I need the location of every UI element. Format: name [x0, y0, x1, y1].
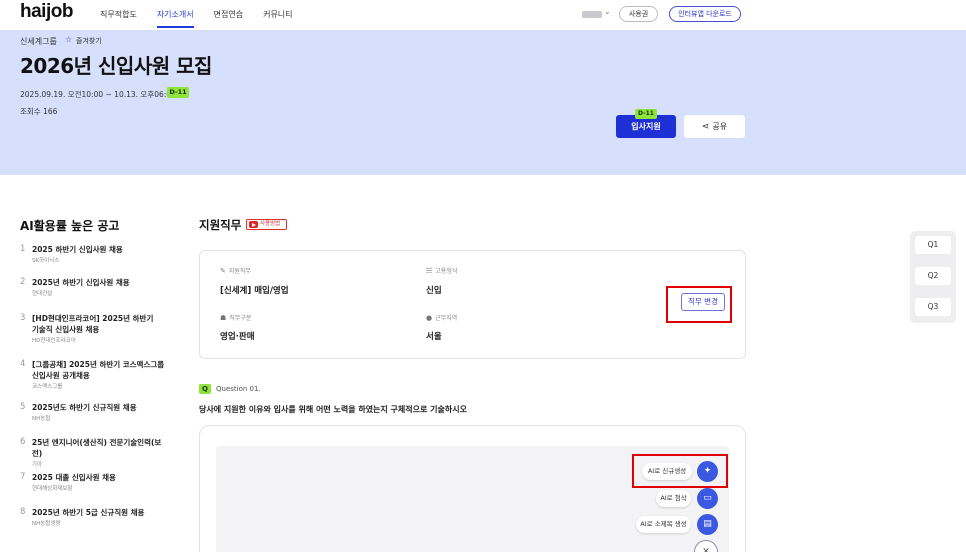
star-icon[interactable]: ☆ [65, 35, 72, 44]
rank-number: 1 [20, 244, 26, 254]
question-nav-q1[interactable]: Q1 [915, 236, 951, 254]
nav-job-fit[interactable]: 직무적합도 [100, 9, 137, 29]
share-icon: ⋖ [701, 122, 710, 132]
share-button[interactable]: ⋖ 공유 [684, 115, 745, 138]
application-period: 2025.09.19. 오전10:00 ~ 10.13. 오후06:00 [20, 90, 176, 99]
question-number: Question 01. [216, 385, 261, 393]
job-title: 2025년 하반기 5급 신규직원 채용 [32, 508, 145, 517]
rank-number: 7 [20, 472, 26, 482]
list-item[interactable]: 2 2025년 하반기 신입사원 채용현대건설 [20, 277, 170, 313]
list-icon: ☷ [426, 267, 433, 275]
job-company: 현대건설 [32, 291, 53, 297]
question-navigator: Q1 Q2 Q3 [910, 231, 956, 323]
page: haijob 직무적합도 자기소개서 면접연습 커뮤니티 ⌄ 사용권 인터뷰앱 … [0, 0, 966, 552]
job-company: 현대해상화재보험 [32, 486, 73, 492]
job-company: 기아 [31, 462, 42, 468]
play-icon [249, 221, 258, 228]
list-item[interactable]: 7 2025 대졸 신입사원 채용현대해상화재보험 [20, 472, 170, 507]
ai-edit-label[interactable]: AI로 첨삭 [656, 490, 691, 507]
job-company: NH농협생명 [32, 521, 61, 527]
question-tag: Q [199, 384, 211, 394]
job-title: 2025년도 하반기 신규직원 채용 [32, 403, 137, 412]
job-company: HD현대인프라코어 [32, 338, 76, 344]
employment-label: ☷ 고용형식 [426, 267, 458, 275]
nav-cover-letter[interactable]: 자기소개서 [156, 9, 194, 29]
job-title-line1: [HD현대인프라코어] 2025년 하반기 [32, 314, 154, 323]
list-item[interactable]: 1 2025 하반기 신입사원 채용 SK하이닉스 [20, 244, 170, 277]
job-value: [신세계] 매입/영업 [220, 286, 289, 296]
list-item[interactable]: 3 [HD현대인프라코어] 2025년 하반기기술직 신입사원 채용 HD현대인프… [20, 313, 170, 359]
job-company: 코스맥스그룹 [32, 384, 63, 390]
rank-number: 6 [20, 437, 26, 447]
job-label: ✎ 지원직무 [220, 267, 251, 275]
job-title-line2: 기술직 신입사원 채용 [32, 325, 100, 334]
category-value: 영업·판매 [220, 332, 255, 342]
company-name[interactable]: 신세계그룹 [20, 36, 57, 47]
chevron-down-icon[interactable]: ⌄ [604, 7, 611, 16]
rank-number: 8 [20, 507, 26, 517]
job-title-line1: [그룹공채] 2025년 하반기 코스맥스그룹 [32, 360, 165, 369]
rank-number: 3 [20, 313, 26, 323]
question-nav-q3[interactable]: Q3 [915, 298, 951, 316]
nav-interview[interactable]: 면접연습 [214, 9, 243, 29]
rank-number: 2 [20, 277, 26, 287]
location-pin-icon: ● [426, 314, 433, 322]
ticket-button[interactable]: 사용권 [619, 6, 658, 22]
main-nav: 직무적합도 자기소개서 면접연습 커뮤니티 [100, 9, 313, 29]
employment-value: 신입 [426, 286, 442, 296]
highlight-box-ai-generate [632, 454, 728, 488]
page-title: 2026년 신입사원 모집 [20, 54, 212, 78]
rank-number: 4 [20, 359, 26, 369]
question-nav-q2[interactable]: Q2 [915, 267, 951, 285]
edit-box-icon[interactable]: ▭ [697, 488, 718, 509]
question-text: 당사에 지원한 이유와 입사를 위해 어떤 노력을 하였는지 구체적으로 기술하… [199, 405, 467, 414]
list-item[interactable]: 8 2025년 하반기 5급 신규직원 채용 NH농협생명 [20, 507, 170, 537]
rank-number: 5 [20, 402, 26, 412]
person-icon: ☗ [220, 314, 227, 322]
ai-subtitle-label[interactable]: AI로 소제목 생성 [636, 516, 691, 533]
job-title: 2025 대졸 신입사원 채용 [32, 473, 116, 482]
popular-jobs-title: AI활용률 높은 공고 [20, 219, 120, 233]
category-label: ☗ 직무구분 [220, 314, 252, 322]
view-count: 조회수 166 [20, 107, 58, 116]
location-value: 서울 [426, 332, 442, 342]
app-download-button[interactable]: 인터뷰앱 다운로드 [669, 6, 741, 22]
job-title: 2025 하반기 신입사원 채용 [32, 245, 123, 254]
dday-badge: D-11 [167, 87, 189, 98]
document-icon[interactable]: ▤ [697, 514, 718, 535]
favorite-label[interactable]: 즐겨찾기 [76, 36, 102, 46]
pencil-icon: ✎ [220, 267, 226, 275]
nav-community[interactable]: 커뮤니티 [263, 9, 292, 29]
job-title-line2: 신입사원 공개채용 [32, 371, 90, 380]
list-item[interactable]: 6 25년 엔지니어(생산직) 전문기술인력(보전) 기아 [20, 437, 170, 472]
how-to-video-button[interactable]: 사용방법 [246, 219, 287, 230]
list-item[interactable]: 5 2025년도 하반기 신규직원 채용 NH농협 [20, 402, 170, 437]
job-company: SK하이닉스 [32, 258, 60, 264]
share-label: 공유 [712, 122, 728, 131]
popular-jobs-list: 1 2025 하반기 신입사원 채용 SK하이닉스 2 2025년 하반기 신입사… [20, 244, 170, 537]
user-name-blurred[interactable] [582, 11, 602, 18]
job-title: 2025년 하반기 신입사원 채용 [32, 278, 130, 287]
video-label: 사용방법 [260, 221, 281, 227]
top-nav-bar: haijob 직무적합도 자기소개서 면접연습 커뮤니티 ⌄ 사용권 인터뷰앱 … [0, 0, 966, 30]
haijob-logo[interactable]: haijob [20, 1, 73, 23]
applied-job-title: 지원직무 [199, 218, 242, 232]
location-label: ● 근무지역 [426, 314, 458, 322]
job-info-card [199, 250, 746, 359]
job-company: NH농협 [32, 416, 51, 422]
list-item[interactable]: 4 [그룹공채] 2025년 하반기 코스맥스그룹신입사원 공개채용코스맥스그룹 [20, 359, 170, 402]
apply-dday-badge: D-11 [635, 109, 657, 119]
highlight-box-change-job [666, 286, 732, 323]
job-title: 25년 엔지니어(생산직) 전문기술인력(보전) [31, 438, 162, 458]
